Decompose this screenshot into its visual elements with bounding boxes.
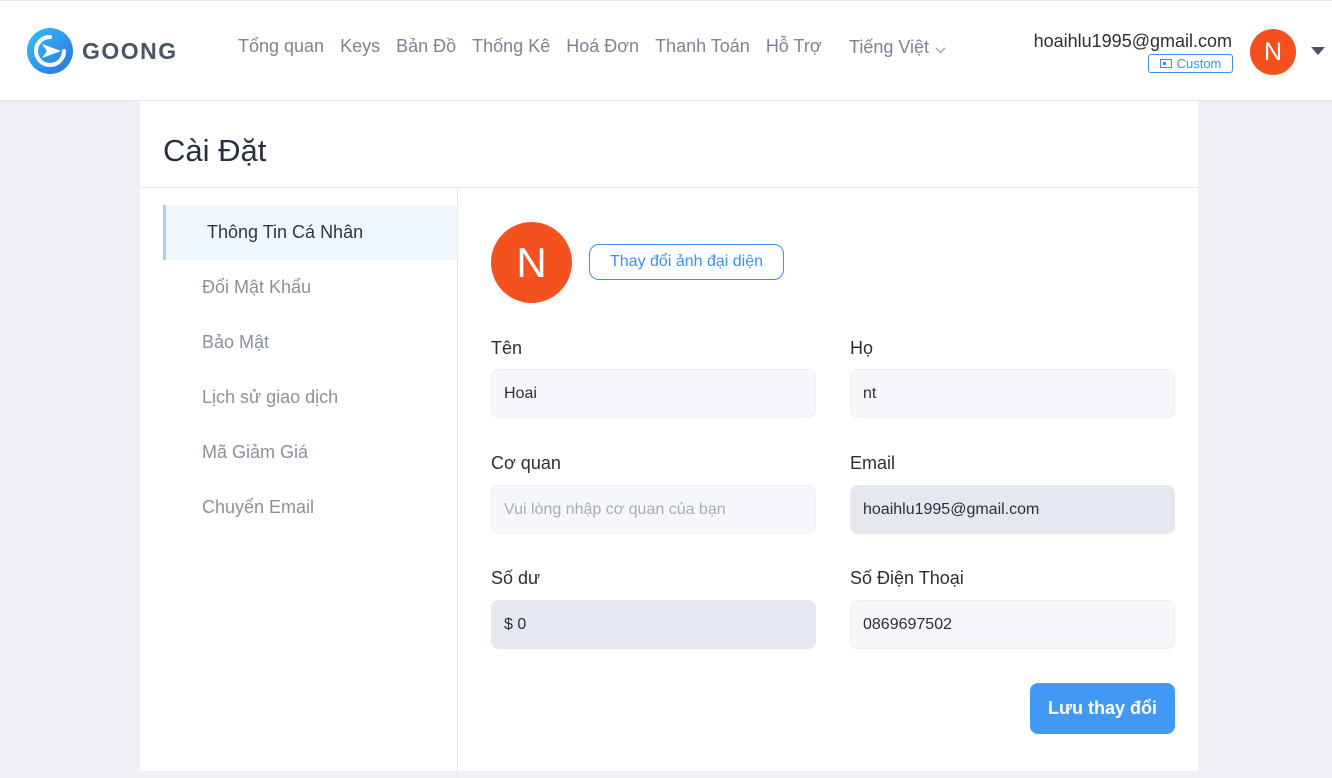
account-menu-caret-icon[interactable] xyxy=(1311,47,1325,55)
last-name-field[interactable] xyxy=(850,369,1175,418)
id-card-icon xyxy=(1159,59,1172,68)
divider xyxy=(457,188,458,778)
brand-name: GOONG xyxy=(82,37,178,64)
phone-label: Số Điện Thoại xyxy=(850,568,964,588)
balance-label: Số dư xyxy=(491,568,541,588)
email-label: Email xyxy=(850,453,896,473)
last-name-label: Họ xyxy=(850,338,874,358)
sidebar-item-discount-codes[interactable]: Mã Giảm Giá xyxy=(163,425,457,480)
sidebar-item-personal-info[interactable]: Thông Tin Cá Nhân xyxy=(163,205,457,260)
change-avatar-button[interactable]: Thay đổi ảnh đại diện xyxy=(589,244,784,280)
sidebar-item-change-password[interactable]: Đổi Mật Khẩu xyxy=(163,260,457,315)
sidebar-item-label: Đổi Mật Khẩu xyxy=(202,277,312,297)
nav-item-payment[interactable]: Thanh Toán xyxy=(655,36,750,57)
sidebar-item-label: Bảo Mật xyxy=(202,332,270,352)
sidebar-item-label: Mã Giảm Giá xyxy=(202,442,309,462)
plan-label: Custom xyxy=(1176,56,1222,71)
save-changes-button[interactable]: Lưu thay đổi xyxy=(1030,683,1175,734)
sidebar-item-label: Chuyển Email xyxy=(202,497,315,517)
profile-avatar: N xyxy=(491,222,572,303)
settings-card: Cài Đặt Thông Tin Cá Nhân Đổi Mật Khẩu B… xyxy=(140,101,1198,778)
language-label: Tiếng Việt xyxy=(849,37,930,57)
balance-field: $ 0 xyxy=(491,600,816,649)
organization-label: Cơ quan xyxy=(491,453,561,473)
organization-placeholder: Vui lòng nhập cơ quan của bạn xyxy=(504,500,726,518)
first-name-field[interactable] xyxy=(491,369,816,418)
page-title: Cài Đặt xyxy=(163,133,267,168)
goong-logo-icon xyxy=(27,28,73,74)
nav-item-overview[interactable]: Tổng quan xyxy=(238,36,324,57)
organization-field[interactable]: Vui lòng nhập cơ quan của bạn xyxy=(491,485,816,534)
divider xyxy=(140,187,1198,188)
chevron-down-icon xyxy=(935,47,946,54)
main-nav: Tổng quan Keys Bản Đồ Thống Kê Hoá Đơn T… xyxy=(238,36,838,57)
nav-item-invoices[interactable]: Hoá Đơn xyxy=(566,36,639,57)
phone-field[interactable] xyxy=(850,600,1175,649)
sidebar-item-label: Lịch sử giao dịch xyxy=(202,387,339,407)
sidebar-item-label: Thông Tin Cá Nhân xyxy=(207,222,364,242)
user-avatar[interactable]: N xyxy=(1250,29,1296,75)
sidebar-item-transaction-history[interactable]: Lịch sử giao dịch xyxy=(163,370,457,425)
plan-badge[interactable]: Custom xyxy=(1148,54,1233,73)
language-selector[interactable]: Tiếng Việt xyxy=(849,37,946,58)
nav-item-keys[interactable]: Keys xyxy=(340,36,380,57)
user-email: hoaihlu1995@gmail.com xyxy=(1033,31,1232,51)
nav-item-maps[interactable]: Bản Đồ xyxy=(396,36,456,57)
email-value: hoaihlu1995@gmail.com xyxy=(863,500,1040,518)
sidebar-item-security[interactable]: Bảo Mật xyxy=(163,315,457,370)
top-navbar: GOONG Tổng quan Keys Bản Đồ Thống Kê Hoá… xyxy=(0,0,1332,101)
balance-value: $ 0 xyxy=(504,615,527,633)
nav-item-support[interactable]: Hỗ Trợ xyxy=(766,36,822,57)
brand-logo[interactable]: GOONG xyxy=(27,28,178,74)
sidebar-item-transfer-email[interactable]: Chuyển Email xyxy=(163,480,457,535)
email-field: hoaihlu1995@gmail.com xyxy=(850,485,1175,534)
nav-item-statistics[interactable]: Thống Kê xyxy=(472,36,550,57)
first-name-label: Tên xyxy=(491,338,523,358)
